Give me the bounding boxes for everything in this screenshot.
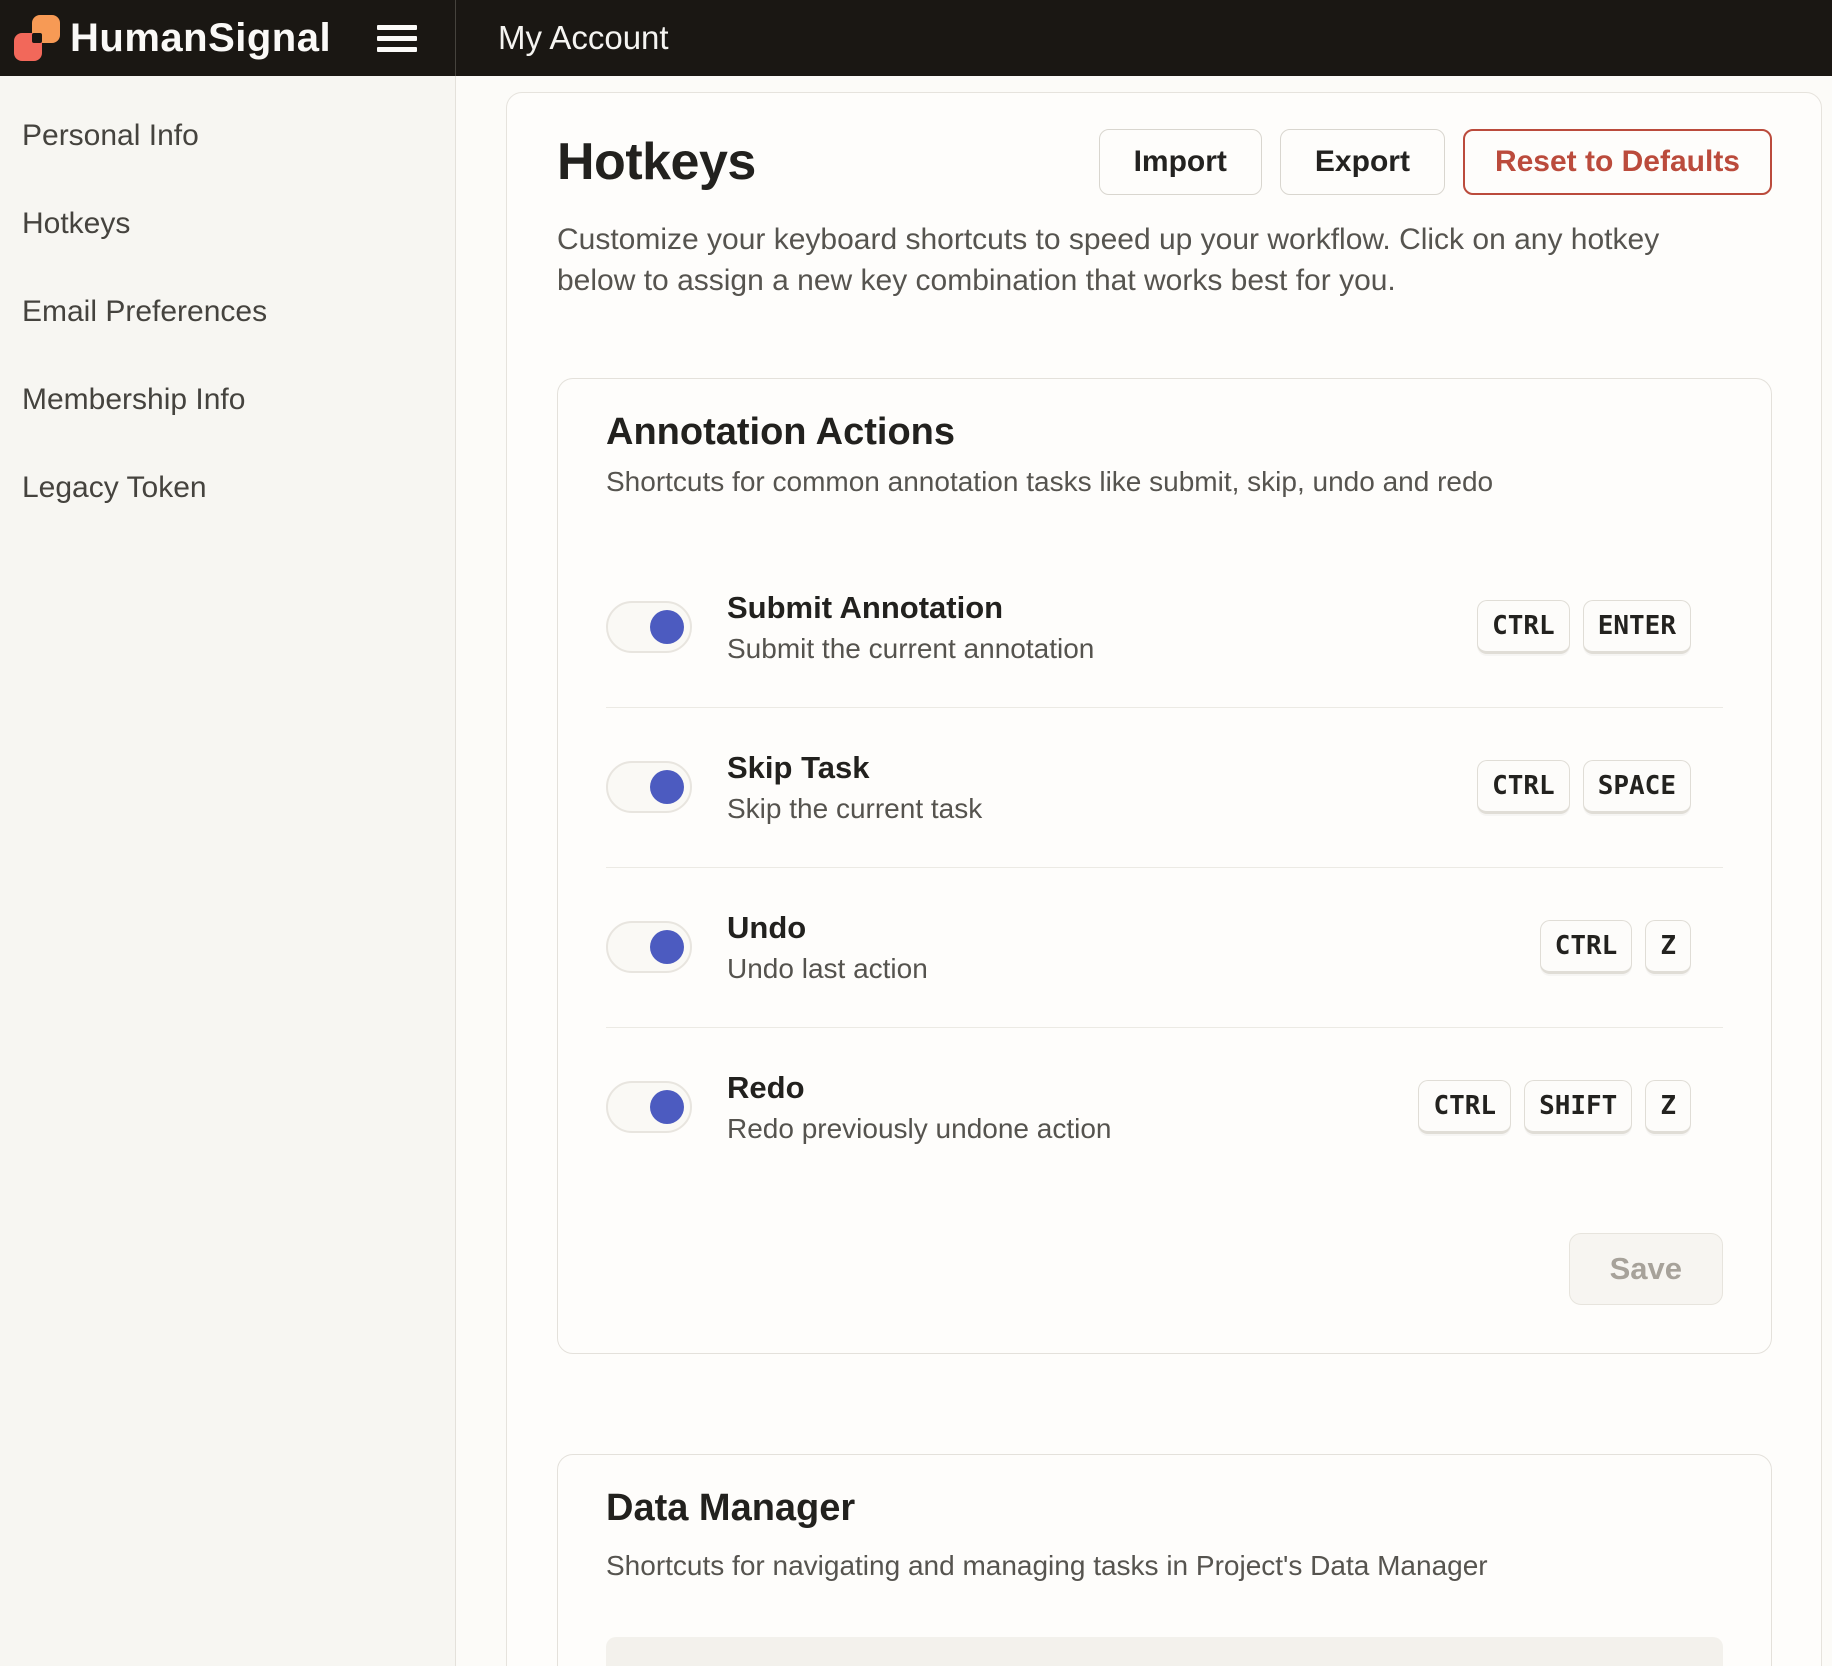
undo-toggle[interactable] (606, 921, 692, 973)
hotkeys-toolbar: Import Export Reset to Defaults (1099, 129, 1772, 195)
sidebar-item-hotkeys[interactable]: Hotkeys (0, 180, 455, 268)
logo-overlap-square (32, 33, 42, 43)
hotkey-row-redo: Redo Redo previously undone action CTRL … (606, 1028, 1723, 1187)
keycap[interactable]: CTRL (1477, 760, 1570, 814)
keycap[interactable]: Z (1645, 1080, 1691, 1134)
hotkey-description: Submit the current annotation (727, 633, 1094, 665)
sidebar-item-email-preferences[interactable]: Email Preferences (0, 268, 455, 356)
menu-icon[interactable] (377, 19, 417, 58)
keycap[interactable]: SHIFT (1524, 1080, 1632, 1134)
reset-to-defaults-button[interactable]: Reset to Defaults (1463, 129, 1772, 195)
main-content: Hotkeys Import Export Reset to Defaults … (456, 76, 1832, 1666)
keycap[interactable]: ENTER (1583, 600, 1691, 654)
hotkeys-panel: Hotkeys Import Export Reset to Defaults … (506, 92, 1822, 1666)
hotkey-description: Redo previously undone action (727, 1113, 1111, 1145)
hotkeys-heading: Hotkeys (557, 132, 756, 192)
humansignal-logo-icon (14, 15, 60, 61)
hotkey-keys[interactable]: CTRL SHIFT Z (1418, 1080, 1691, 1134)
sidebar-item-legacy-token[interactable]: Legacy Token (0, 444, 455, 532)
app-body: Personal Info Hotkeys Email Preferences … (0, 76, 1832, 1666)
keycap[interactable]: SPACE (1583, 760, 1691, 814)
data-manager-subtitle: Shortcuts for navigating and managing ta… (606, 1550, 1723, 1582)
toggle-knob (650, 610, 684, 644)
export-button[interactable]: Export (1280, 129, 1445, 195)
keycap[interactable]: Z (1645, 920, 1691, 974)
hotkey-keys[interactable]: CTRL SPACE (1477, 760, 1691, 814)
sidebar-item-membership-info[interactable]: Membership Info (0, 356, 455, 444)
keycap[interactable]: CTRL (1540, 920, 1633, 974)
hotkey-row-skip-task: Skip Task Skip the current task CTRL SPA… (606, 708, 1723, 867)
data-manager-card: Data Manager Shortcuts for navigating an… (557, 1454, 1772, 1666)
partially-visible-row (606, 1637, 1723, 1666)
annotation-actions-subtitle: Shortcuts for common annotation tasks li… (606, 466, 1723, 498)
brand-logo-link[interactable]: HumanSignal (14, 15, 331, 61)
keycap[interactable]: CTRL (1477, 600, 1570, 654)
hotkey-description: Undo last action (727, 953, 928, 985)
page-title: My Account (498, 19, 669, 57)
hotkey-keys[interactable]: CTRL Z (1540, 920, 1691, 974)
skip-task-toggle[interactable] (606, 761, 692, 813)
hotkey-rows: Submit Annotation Submit the current ann… (606, 548, 1723, 1187)
keycap[interactable]: CTRL (1418, 1080, 1511, 1134)
sidebar-item-personal-info[interactable]: Personal Info (0, 92, 455, 180)
topbar-brand-section: HumanSignal (0, 0, 456, 76)
save-row: Save (606, 1233, 1723, 1305)
hotkey-keys[interactable]: CTRL ENTER (1477, 600, 1691, 654)
brand-name: HumanSignal (70, 16, 331, 61)
save-button[interactable]: Save (1569, 1233, 1723, 1305)
redo-toggle[interactable] (606, 1081, 692, 1133)
hotkey-title: Submit Annotation (727, 590, 1094, 626)
topbar: HumanSignal My Account (0, 0, 1832, 76)
hotkey-row-submit-annotation: Submit Annotation Submit the current ann… (606, 548, 1723, 707)
hotkey-row-undo: Undo Undo last action CTRL Z (606, 868, 1723, 1027)
data-manager-title: Data Manager (606, 1487, 1723, 1530)
import-button[interactable]: Import (1099, 129, 1262, 195)
toggle-knob (650, 770, 684, 804)
hotkey-row-text: Skip Task Skip the current task (727, 750, 982, 825)
hotkey-description: Skip the current task (727, 793, 982, 825)
hotkey-title: Undo (727, 910, 928, 946)
hotkey-title: Redo (727, 1070, 1111, 1106)
submit-annotation-toggle[interactable] (606, 601, 692, 653)
hotkey-row-text: Submit Annotation Submit the current ann… (727, 590, 1094, 665)
hotkeys-panel-header: Hotkeys Import Export Reset to Defaults (557, 129, 1772, 195)
hotkeys-description: Customize your keyboard shortcuts to spe… (557, 219, 1677, 302)
hotkey-row-text: Redo Redo previously undone action (727, 1070, 1111, 1145)
sidebar: Personal Info Hotkeys Email Preferences … (0, 76, 456, 1666)
annotation-actions-card: Annotation Actions Shortcuts for common … (557, 378, 1772, 1354)
toggle-knob (650, 1090, 684, 1124)
toggle-knob (650, 930, 684, 964)
annotation-actions-title: Annotation Actions (606, 411, 1723, 454)
hotkey-title: Skip Task (727, 750, 982, 786)
hotkey-row-text: Undo Undo last action (727, 910, 928, 985)
